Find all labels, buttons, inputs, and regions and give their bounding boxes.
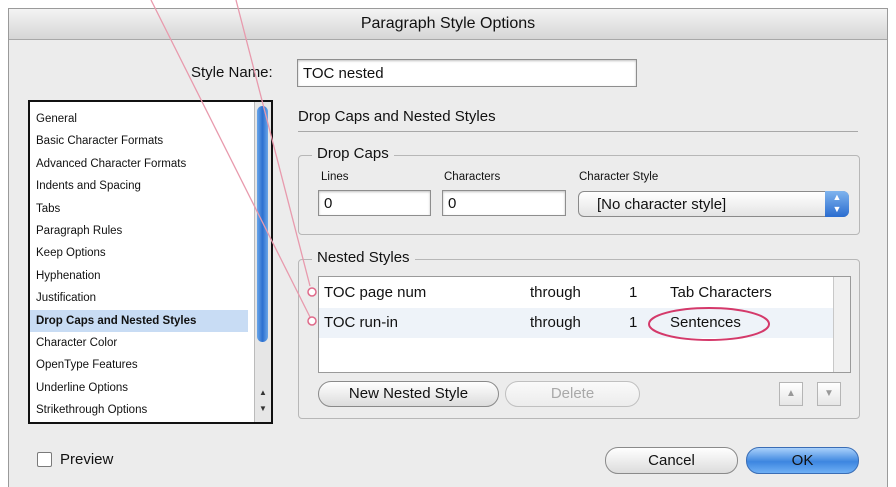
callout-dot-icon — [307, 287, 317, 297]
annotation-overlay — [150, 0, 770, 341]
highlight-circle — [648, 307, 770, 341]
callout-line-run-in — [150, 0, 312, 320]
callout-dot-icon — [307, 316, 317, 326]
